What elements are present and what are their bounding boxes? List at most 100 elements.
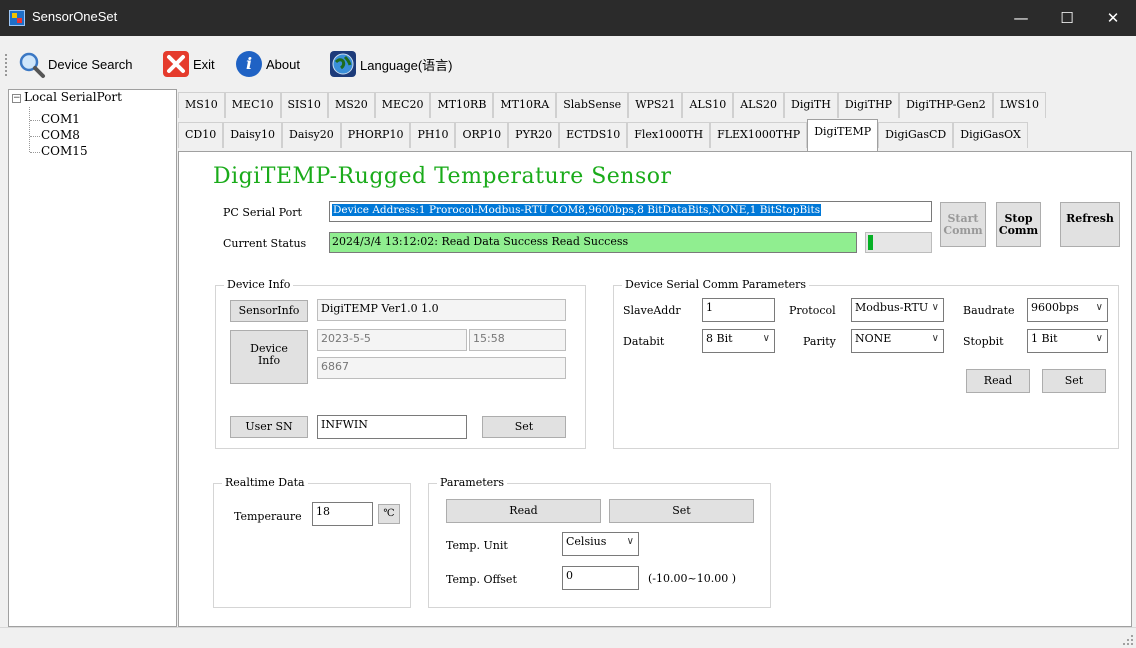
current-status-field: 2024/3/4 13:12:02: Read Data Success Rea… xyxy=(329,232,857,253)
device-serial-field: 6867 xyxy=(317,357,566,379)
parameters-set-button[interactable]: Set xyxy=(609,499,754,523)
temp-unit-select[interactable]: Celsius ∨ xyxy=(562,532,639,556)
parity-label: Parity xyxy=(803,335,836,348)
tab-flex1000thp[interactable]: FLEX1000THP xyxy=(710,122,808,148)
serial-set-button[interactable]: Set xyxy=(1042,369,1106,393)
temperature-value-field: 18 xyxy=(312,502,373,526)
parameters-title: Parameters xyxy=(437,476,508,489)
window-title: SensorOneSet xyxy=(32,9,118,24)
tab-mec10[interactable]: MEC10 xyxy=(224,92,281,118)
tab-mec20[interactable]: MEC20 xyxy=(374,92,431,118)
stopbit-value: 1 Bit xyxy=(1031,332,1058,345)
tree-root-local-serialport[interactable]: Local SerialPort xyxy=(24,90,122,104)
exit-label: Exit xyxy=(193,56,215,72)
user-sn-button[interactable]: User SN xyxy=(230,416,308,438)
tab-wps21[interactable]: WPS21 xyxy=(628,92,683,118)
tab-pyr20[interactable]: PYR20 xyxy=(508,122,560,148)
user-sn-input[interactable]: INFWIN xyxy=(317,415,467,439)
stop-comm-button[interactable]: Stop Comm xyxy=(996,202,1041,247)
stopbit-select[interactable]: 1 Bit ∨ xyxy=(1027,329,1108,353)
resize-grip-icon[interactable] xyxy=(1123,635,1133,645)
parameters-group: Parameters Read Set Temp. Unit Celsius ∨… xyxy=(428,476,771,608)
exit-button[interactable]: Exit xyxy=(163,50,215,78)
maximize-button[interactable]: ☐ xyxy=(1044,0,1090,36)
tab-flex1000th[interactable]: Flex1000TH xyxy=(627,122,711,148)
parity-select[interactable]: NONE ∨ xyxy=(851,329,944,353)
globe-icon xyxy=(330,51,356,77)
baudrate-select[interactable]: 9600bps ∨ xyxy=(1027,298,1108,322)
baudrate-value: 9600bps xyxy=(1031,301,1079,314)
tab-digithp[interactable]: DigiTHP xyxy=(837,92,900,118)
user-sn-set-button[interactable]: Set xyxy=(482,416,566,438)
tree-item-com15[interactable]: COM15 xyxy=(41,144,88,158)
tree-item-com1[interactable]: COM1 xyxy=(41,112,80,126)
tab-phorp10[interactable]: PHORP10 xyxy=(340,122,411,148)
minimize-button[interactable]: — xyxy=(998,0,1044,36)
sensorinfo-button[interactable]: SensorInfo xyxy=(230,300,308,322)
serial-params-title: Device Serial Comm Parameters xyxy=(622,278,810,291)
close-button[interactable]: ✕ xyxy=(1090,0,1136,36)
tab-digigasox[interactable]: DigiGasOX xyxy=(953,122,1028,148)
tab-ms10[interactable]: MS10 xyxy=(178,92,225,118)
temperature-unit-label: ℃ xyxy=(378,504,400,524)
collapse-icon[interactable]: − xyxy=(12,94,21,103)
serial-port-tree: − Local SerialPort COM1 COM8 COM15 xyxy=(8,89,177,627)
about-label: About xyxy=(266,56,300,72)
tab-sis10[interactable]: SIS10 xyxy=(280,92,328,118)
about-button[interactable]: i About xyxy=(236,50,300,78)
tab-mt10ra[interactable]: MT10RA xyxy=(493,92,557,118)
serial-params-group: Device Serial Comm Parameters SlaveAddr … xyxy=(613,278,1119,449)
tab-orp10[interactable]: ORP10 xyxy=(455,122,509,148)
tab-daisy10[interactable]: Daisy10 xyxy=(223,122,282,148)
chevron-down-icon: ∨ xyxy=(1095,333,1103,344)
parity-value: NONE xyxy=(855,332,892,345)
tab-page-digitemp: DigiTEMP-Rugged Temperature Sensor PC Se… xyxy=(178,151,1132,627)
start-comm-button[interactable]: Start Comm xyxy=(940,202,986,247)
tree-item-com8[interactable]: COM8 xyxy=(41,128,80,142)
temp-offset-label: Temp. Offset xyxy=(446,573,517,586)
chevron-down-icon: ∨ xyxy=(762,333,770,344)
stopbit-label: Stopbit xyxy=(963,335,1004,348)
serial-read-button[interactable]: Read xyxy=(966,369,1030,393)
pc-serial-port-label: PC Serial Port xyxy=(223,206,302,219)
language-label: Language(语言) xyxy=(360,57,453,73)
temp-offset-range: (-10.00~10.00 ) xyxy=(648,572,736,585)
tab-als10[interactable]: ALS10 xyxy=(682,92,734,118)
tab-mt10rb[interactable]: MT10RB xyxy=(430,92,494,118)
main-panel: MS10 MEC10 SIS10 MS20 MEC20 MT10RB MT10RA SlabS… xyxy=(178,89,1132,627)
protocol-label: Protocol xyxy=(789,304,836,317)
temperature-label: Temperaure xyxy=(234,510,302,523)
tab-digithp-gen2[interactable]: DigiTHP-Gen2 xyxy=(899,92,993,118)
device-info-button[interactable]: Device Info xyxy=(230,330,308,384)
tab-digigascd[interactable]: DigiGasCD xyxy=(878,122,954,148)
chevron-down-icon: ∨ xyxy=(931,302,939,313)
databit-select[interactable]: 8 Bit ∨ xyxy=(702,329,775,353)
parameters-read-button[interactable]: Read xyxy=(446,499,601,523)
tab-lws10[interactable]: LWS10 xyxy=(992,92,1046,118)
slaveaddr-label: SlaveAddr xyxy=(623,304,681,317)
temp-unit-label: Temp. Unit xyxy=(446,539,508,552)
page-title: DigiTEMP-Rugged Temperature Sensor xyxy=(213,164,672,189)
tab-ms20[interactable]: MS20 xyxy=(327,92,375,118)
device-search-button[interactable]: Device Search xyxy=(18,50,133,78)
search-icon xyxy=(18,51,45,78)
tab-cd10[interactable]: CD10 xyxy=(178,122,224,148)
slaveaddr-input[interactable]: 1 xyxy=(702,298,775,322)
tab-ph10[interactable]: PH10 xyxy=(410,122,456,148)
baudrate-label: Baudrate xyxy=(963,304,1015,317)
tab-als20[interactable]: ALS20 xyxy=(733,92,785,118)
protocol-select[interactable]: Modbus-RTU ∨ xyxy=(851,298,944,322)
pc-serial-port-field[interactable]: Device Address:1 Prorocol:Modbus-RTU COM… xyxy=(329,201,932,222)
device-date-field: 2023-5-5 xyxy=(317,329,467,351)
temp-offset-input[interactable]: 0 xyxy=(562,566,639,590)
language-button[interactable]: Language(语言) xyxy=(330,50,453,78)
sensorinfo-field: DigiTEMP Ver1.0 1.0 xyxy=(317,299,566,321)
tab-ectds10[interactable]: ECTDS10 xyxy=(559,122,628,148)
tab-slabsense[interactable]: SlabSense xyxy=(556,92,629,118)
chevron-down-icon: ∨ xyxy=(1095,302,1103,313)
tab-digith[interactable]: DigiTH xyxy=(784,92,838,118)
tab-daisy20[interactable]: Daisy20 xyxy=(282,122,341,148)
tab-row-2: CD10 Daisy10 Daisy20 PHORP10 PH10 ORP10 PYR20 E… xyxy=(178,119,1028,151)
tab-digitemp[interactable]: DigiTEMP xyxy=(807,119,879,151)
refresh-button[interactable]: Refresh xyxy=(1060,202,1120,247)
